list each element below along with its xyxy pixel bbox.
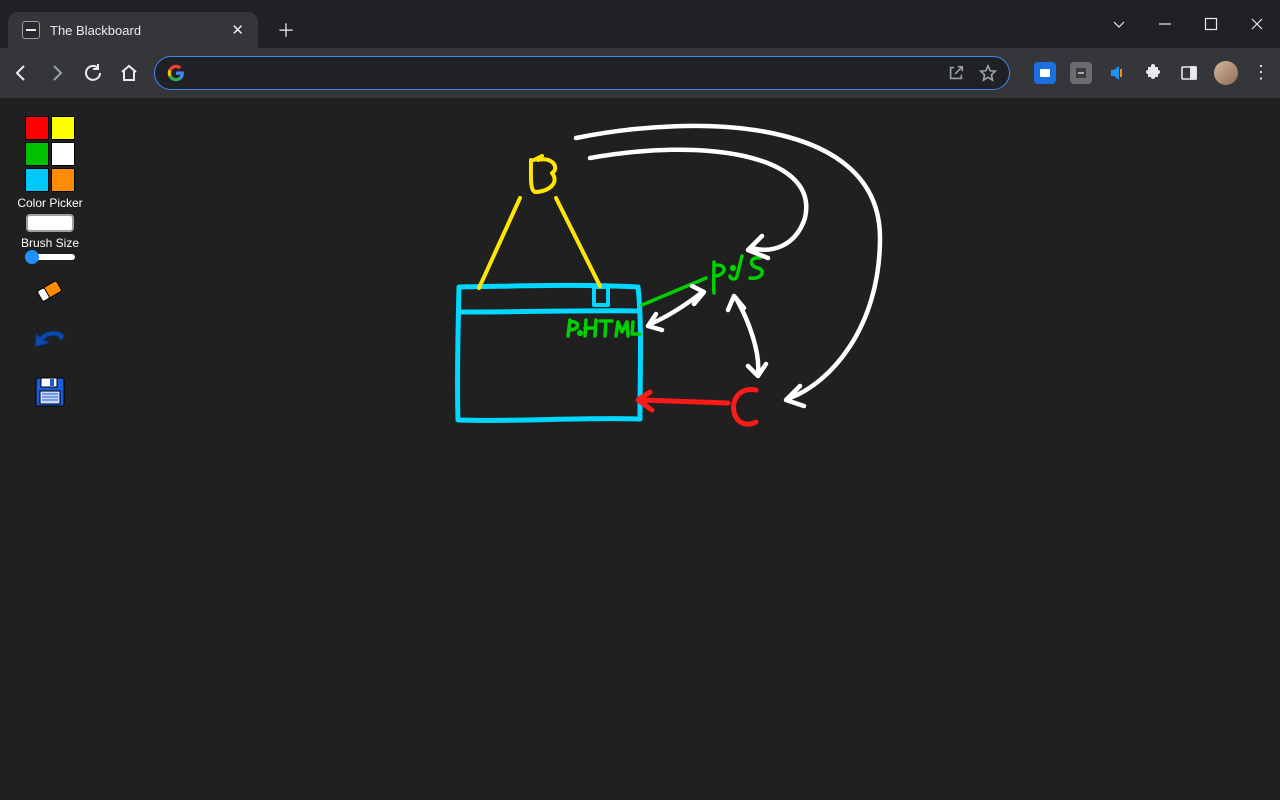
nav-reload-button[interactable] [82, 62, 104, 84]
window-minimize-button[interactable] [1142, 0, 1188, 48]
extension-icon-2[interactable] [1070, 62, 1092, 84]
tab-search-button[interactable] [1096, 0, 1142, 48]
url-input[interactable] [195, 65, 937, 81]
nav-forward-button[interactable] [46, 62, 68, 84]
tab-title: The Blackboard [50, 23, 141, 38]
browser-tab[interactable]: The Blackboard ✕ [8, 12, 258, 48]
nav-back-button[interactable] [10, 62, 32, 84]
nav-home-button[interactable] [118, 62, 140, 84]
drawn-arrows [576, 126, 880, 406]
tab-close-icon[interactable]: ✕ [231, 21, 244, 39]
address-bar[interactable] [154, 56, 1010, 90]
extensions-puzzle-icon[interactable] [1142, 62, 1164, 84]
drawn-box [458, 285, 641, 420]
new-tab-button[interactable]: ＋ [270, 14, 302, 46]
google-icon [167, 64, 185, 82]
chrome-menu-button[interactable]: ⋮ [1252, 69, 1270, 76]
drawing-canvas[interactable] [0, 98, 1280, 800]
tab-favicon [22, 21, 40, 39]
drawn-letter-c [638, 390, 756, 425]
profile-avatar[interactable] [1214, 61, 1238, 85]
side-panel-icon[interactable] [1178, 62, 1200, 84]
drawn-letter-b [479, 156, 600, 288]
share-icon[interactable] [947, 64, 965, 82]
extension-icon-1[interactable] [1034, 62, 1056, 84]
extension-volume-icon[interactable] [1106, 62, 1128, 84]
window-maximize-button[interactable] [1188, 0, 1234, 48]
bookmark-star-icon[interactable] [979, 64, 997, 82]
window-close-button[interactable] [1234, 0, 1280, 48]
